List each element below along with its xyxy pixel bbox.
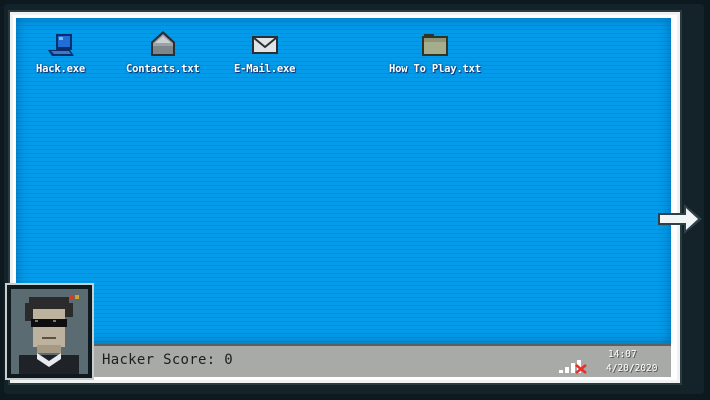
folder-icon <box>421 34 448 56</box>
signal-bars-no-connection-icon <box>559 360 587 374</box>
desktop-icon-contacts[interactable]: Contacts.txt <box>126 28 200 75</box>
desktop-icon-label: Contacts.txt <box>126 63 200 75</box>
desktop-icon-hack[interactable]: Hack.exe <box>36 32 85 75</box>
right-arrow-icon[interactable] <box>656 202 706 236</box>
envelope-icon <box>251 36 278 54</box>
desktop-icon-label: How To Play.txt <box>389 63 481 75</box>
taskbar: Hacker Score: 0 14:07 4/20/2020 <box>16 344 671 377</box>
desktop-icon-label: Hack.exe <box>36 63 85 75</box>
player-avatar-frame <box>5 283 94 380</box>
desktop-screen: Hack.exe Contacts.txt E-Mail.exe How To … <box>16 18 671 344</box>
desktop-icon-email[interactable]: E-Mail.exe <box>234 32 295 75</box>
hacker-score: Hacker Score: 0 <box>102 352 233 368</box>
desktop-icon-label: E-Mail.exe <box>234 63 296 75</box>
contacts-icon <box>150 31 175 56</box>
clock-time: 14:07 <box>608 349 637 360</box>
desktop-icon-how-to-play[interactable]: How To Play.txt <box>389 30 481 75</box>
clock-date: 4/20/2020 <box>606 363 658 374</box>
hacker-avatar-icon <box>11 289 88 374</box>
computer-icon <box>48 34 75 56</box>
system-clock: 14:07 4/20/2020 <box>606 348 657 376</box>
